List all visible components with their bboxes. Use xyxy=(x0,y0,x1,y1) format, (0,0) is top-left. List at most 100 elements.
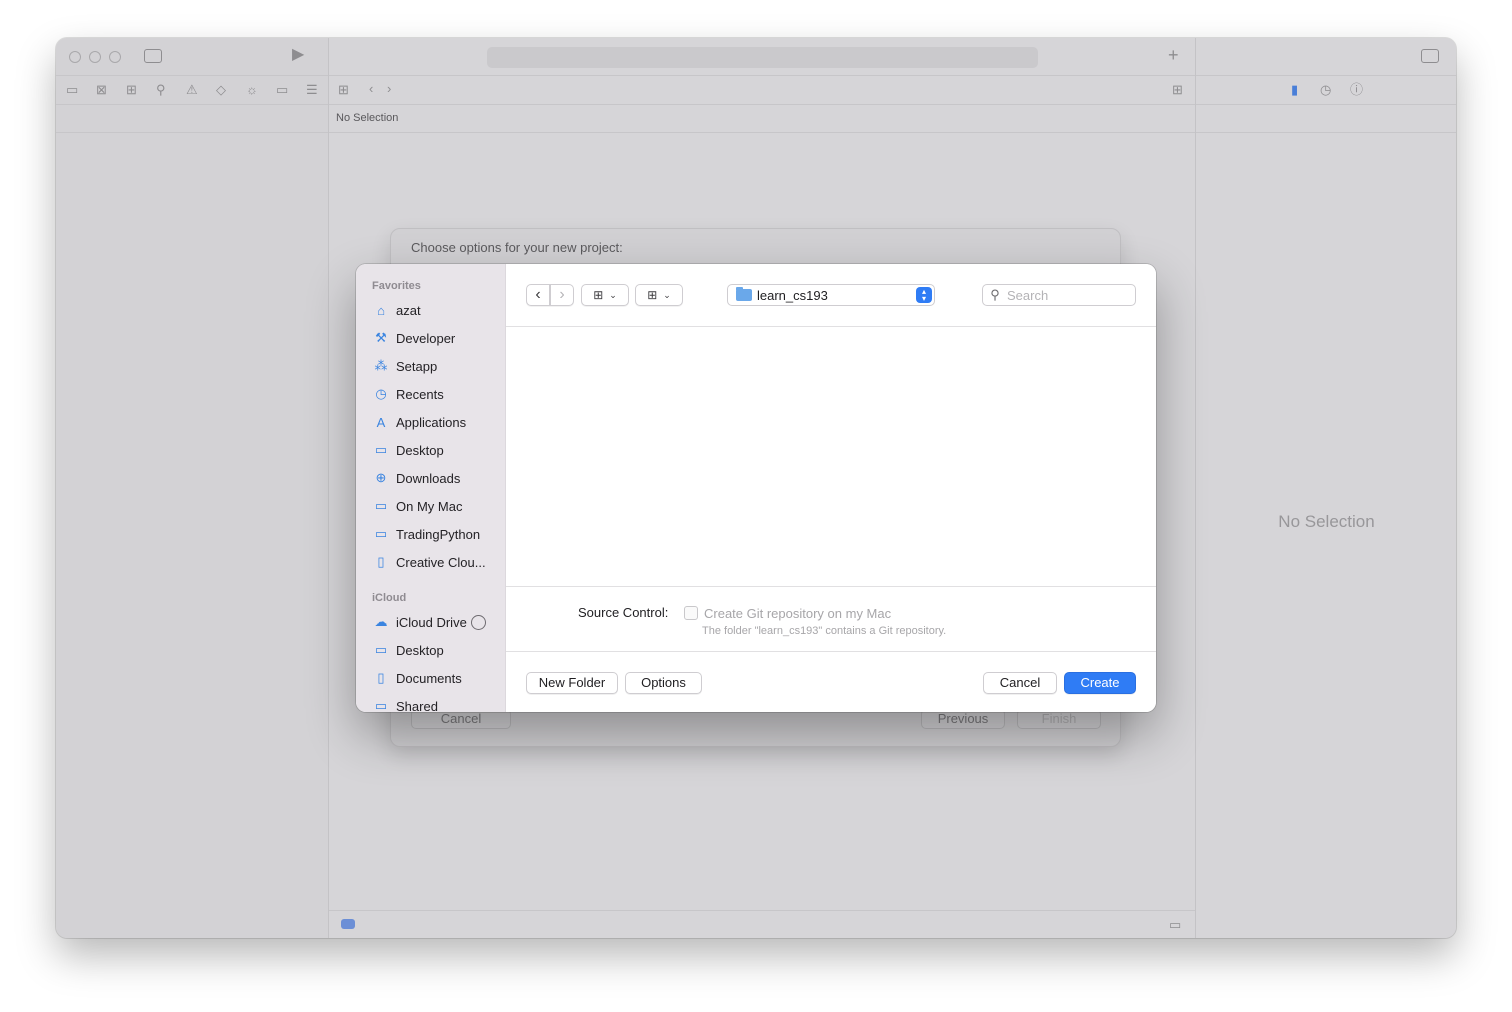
group-by-button[interactable]: ⊞ ⌄ xyxy=(635,284,683,306)
back-button[interactable]: ‹ xyxy=(526,284,550,306)
window-toolbar-left: ▶ xyxy=(56,38,328,76)
forward-button[interactable]: › xyxy=(550,284,574,306)
sheet-previous-button[interactable]: Previous xyxy=(921,709,1005,729)
desktop-icon: ▭ xyxy=(374,442,388,457)
location-popup[interactable]: learn_cs193 ▴ ▾ xyxy=(727,284,935,306)
home-icon: ⌂ xyxy=(377,302,385,318)
sheet-title: Choose options for your new project: xyxy=(411,240,623,255)
symbol-navigator-icon[interactable]: ⊞ xyxy=(126,83,137,97)
folder-icon: ▭ xyxy=(374,498,388,513)
sidebar-item-setapp[interactable]: ⁂ Setapp xyxy=(372,355,502,377)
inspector-toggle-icon[interactable] xyxy=(1421,49,1439,63)
folder-icon xyxy=(736,287,752,301)
run-icon[interactable]: ▶ xyxy=(292,47,304,63)
save-options-area: Source Control: Create Git repository on… xyxy=(506,586,1156,652)
minimize-window-button[interactable] xyxy=(89,51,101,63)
new-folder-button[interactable]: New Folder xyxy=(526,672,618,694)
sidebar-item-label: azat xyxy=(396,302,421,318)
find-navigator-icon[interactable]: ⚲ xyxy=(156,83,166,97)
chevron-down-icon: ⌄ xyxy=(609,289,617,300)
sidebar-item-on-my-mac[interactable]: ▭ On My Mac xyxy=(372,495,502,517)
sidebar-toggle-icon[interactable] xyxy=(144,49,162,63)
help-inspector-icon[interactable]: ⓘ xyxy=(1350,83,1363,97)
inspector-empty-text: No Selection xyxy=(1278,512,1375,531)
sidebar-item-label: Shared xyxy=(396,698,438,713)
sync-progress-icon xyxy=(470,614,486,630)
document-icon: ▯ xyxy=(377,670,385,685)
sidebar-item-tradingpython[interactable]: ▭ TradingPython xyxy=(372,523,502,545)
back-icon[interactable]: ‹ xyxy=(369,82,373,96)
close-window-button[interactable] xyxy=(69,51,81,63)
sidebar-item-label: Developer xyxy=(396,330,456,346)
add-icon[interactable]: + xyxy=(1168,46,1179,64)
breakpoint-navigator-icon[interactable]: ▭ xyxy=(276,83,288,97)
git-repo-checkbox-label: Create Git repository on my Mac xyxy=(704,606,892,621)
shared-folder-icon: ▭ xyxy=(374,698,388,712)
group-grid-icon: ⊞ xyxy=(647,288,658,302)
save-panel-sidebar: Favorites ⌂ azat ⚒ Developer ⁂ Setapp ◷ … xyxy=(356,264,506,712)
options-button[interactable]: Options xyxy=(625,672,702,694)
sidebar-item-desktop[interactable]: ▭ Desktop xyxy=(372,439,502,461)
window-toolbar-right xyxy=(1196,38,1456,76)
create-button[interactable]: Create xyxy=(1064,672,1136,694)
sheet-cancel-button[interactable]: Cancel xyxy=(411,709,511,729)
sidebar-item-documents[interactable]: ▯ Documents xyxy=(372,667,502,689)
applications-icon: A xyxy=(376,414,386,430)
sidebar-item-label: Downloads xyxy=(396,470,461,486)
sheet-finish-button[interactable]: Finish xyxy=(1017,709,1101,729)
source-control-navigator-icon[interactable]: ⊠ xyxy=(96,83,107,97)
sidebar-item-icloud-drive[interactable]: ☁ iCloud Drive xyxy=(372,611,502,633)
inspector-selector-bar: ▮ ◷ ⓘ xyxy=(1196,76,1456,105)
save-panel-toolbar: ‹ › ⊞ ⌄ ⊞ ⌄ learn_cs193 ▴ ▾ ⚲ xyxy=(506,264,1156,327)
sidebar-item-shared[interactable]: ▭ Shared xyxy=(372,695,502,712)
history-inspector-icon[interactable]: ◷ xyxy=(1320,83,1331,97)
navigator-filter-bar xyxy=(56,105,328,133)
jump-bar-text: No Selection xyxy=(336,112,399,124)
add-editor-icon[interactable]: ⊞ xyxy=(1172,83,1183,97)
debug-navigator-icon[interactable]: ☼ xyxy=(246,83,258,97)
sidebar-item-applications[interactable]: A Applications xyxy=(372,411,502,433)
debug-bar: ▭ xyxy=(329,910,1195,938)
sidebar-item-icloud-desktop[interactable]: ▭ Desktop xyxy=(372,639,502,661)
cloud-icon: ☁ xyxy=(374,614,388,629)
chevron-down-icon: ⌄ xyxy=(663,289,671,300)
sidebar-item-creative-cloud[interactable]: ▯ Creative Clou... xyxy=(372,551,502,573)
zoom-window-button[interactable] xyxy=(109,51,121,63)
sidebar-item-developer[interactable]: ⚒ Developer xyxy=(372,327,502,349)
issue-navigator-icon[interactable]: ⚠ xyxy=(186,83,198,97)
search-input[interactable] xyxy=(1007,287,1125,303)
sidebar-item-label: Setapp xyxy=(396,358,438,374)
debug-area-toggle-icon[interactable]: ▭ xyxy=(1169,918,1181,932)
activity-viewer xyxy=(487,47,1038,68)
sidebar-item-label: Applications xyxy=(396,414,467,430)
search-field[interactable]: ⚲ xyxy=(982,284,1136,306)
project-navigator-icon[interactable]: ▭ xyxy=(66,83,78,97)
chevron-right-icon: › xyxy=(559,286,565,303)
cancel-button[interactable]: Cancel xyxy=(983,672,1057,694)
sidebar-item-label: Recents xyxy=(396,386,444,402)
save-panel: Favorites ⌂ azat ⚒ Developer ⁂ Setapp ◷ … xyxy=(356,264,1156,712)
sidebar-item-downloads[interactable]: ⊕ Downloads xyxy=(372,467,502,489)
test-navigator-icon[interactable]: ◇ xyxy=(216,83,226,97)
sidebar-item-label: On My Mac xyxy=(396,498,463,514)
clock-icon: ◷ xyxy=(375,386,387,401)
sidebar-item-label: TradingPython xyxy=(396,526,481,542)
related-items-icon[interactable]: ⊞ xyxy=(338,83,349,97)
sidebar-item-azat[interactable]: ⌂ azat xyxy=(372,299,502,321)
document-icon: ▯ xyxy=(377,554,385,569)
sidebar-item-label: Desktop xyxy=(396,642,444,658)
file-inspector-icon[interactable]: ▮ xyxy=(1291,83,1298,97)
editor-jump-bar: No Selection xyxy=(329,105,1195,133)
navigator-selector-bar: ▭ ⊠ ⊞ ⚲ ⚠ ◇ ☼ ▭ ☰ xyxy=(56,76,328,105)
view-mode-button[interactable]: ⊞ ⌄ xyxy=(581,284,629,306)
desktop-icon: ▭ xyxy=(374,642,388,657)
hammer-icon: ⚒ xyxy=(375,330,387,345)
breakpoint-toggle-icon[interactable] xyxy=(341,919,355,929)
sidebar-item-recents[interactable]: ◷ Recents xyxy=(372,383,502,405)
inspector-header xyxy=(1196,105,1456,133)
file-browser-area[interactable] xyxy=(506,327,1156,586)
editor-tab-bar: ⊞ ‹ › ⊞ xyxy=(329,76,1195,105)
report-navigator-icon[interactable]: ☰ xyxy=(306,83,318,97)
git-repo-checkbox[interactable] xyxy=(684,606,698,620)
forward-icon[interactable]: › xyxy=(387,82,391,96)
